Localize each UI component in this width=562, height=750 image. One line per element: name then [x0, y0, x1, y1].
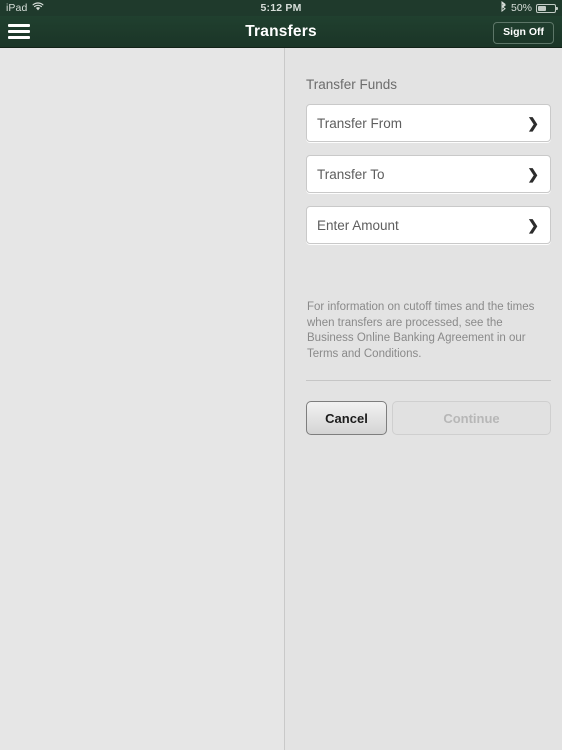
- chevron-right-icon: ❯: [527, 166, 539, 182]
- helper-text: For information on cutoff times and the …: [307, 301, 535, 360]
- app-root: iPad 5:12 PM 50% Transfers Sign Off Tran…: [0, 0, 562, 750]
- left-empty-pane: [0, 48, 284, 750]
- content-area: Transfer Funds Transfer From ❯ Transfer …: [0, 48, 562, 750]
- status-bar-right: 50%: [500, 0, 558, 16]
- chevron-right-icon: ❯: [527, 115, 539, 131]
- continue-button: Continue: [392, 401, 551, 435]
- battery-percent-label: 50%: [510, 2, 532, 14]
- status-bar: iPad 5:12 PM 50%: [0, 0, 562, 16]
- transfer-form-pane: Transfer Funds Transfer From ❯ Transfer …: [285, 48, 562, 750]
- bluetooth-icon: [500, 1, 507, 15]
- enter-amount-label: Enter Amount: [317, 217, 399, 233]
- status-bar-time: 5:12 PM: [260, 2, 302, 14]
- cancel-button[interactable]: Cancel: [306, 401, 387, 435]
- battery-icon: [536, 3, 558, 13]
- navigation-bar: Transfers Sign Off: [0, 16, 562, 48]
- transfer-to-field[interactable]: Transfer To ❯: [306, 155, 551, 193]
- section-separator: [306, 380, 551, 381]
- battery-level-fill: [538, 5, 546, 11]
- chevron-right-icon: ❯: [527, 217, 539, 233]
- section-title: Transfer Funds: [306, 77, 398, 92]
- transfer-to-label: Transfer To: [317, 166, 385, 182]
- transfer-from-label: Transfer From: [317, 115, 403, 131]
- page-title: Transfers: [245, 23, 317, 40]
- transfer-from-field[interactable]: Transfer From ❯: [306, 104, 551, 142]
- sign-off-button[interactable]: Sign Off: [493, 22, 554, 44]
- enter-amount-field[interactable]: Enter Amount ❯: [306, 206, 551, 244]
